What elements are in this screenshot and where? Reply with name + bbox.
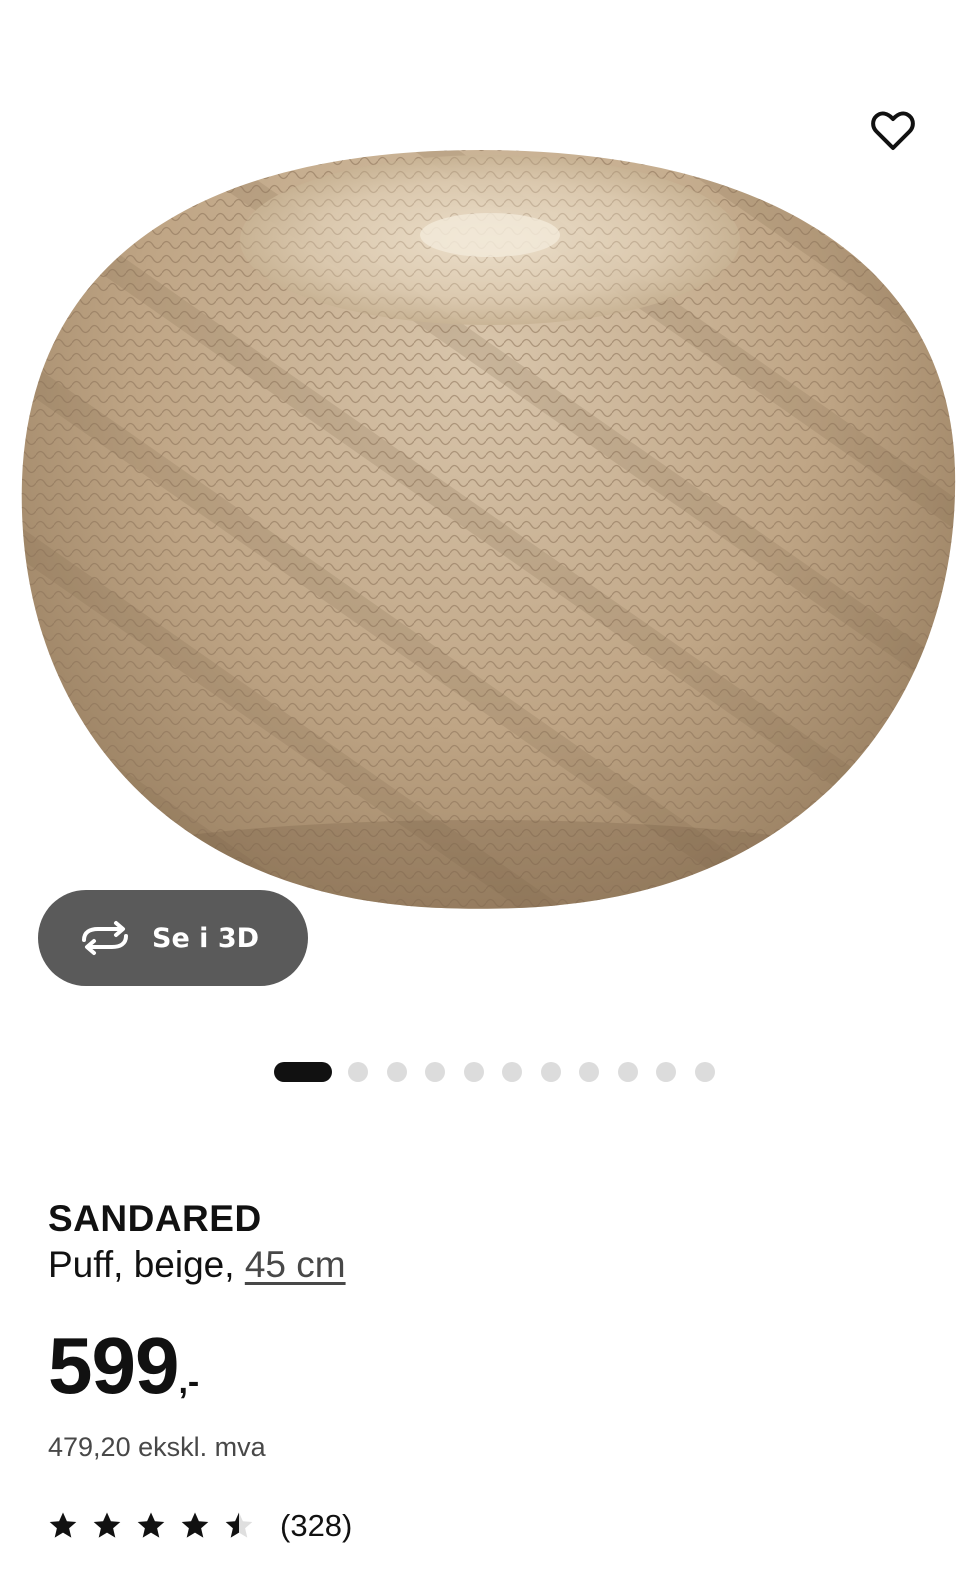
price-excl-vat: 479,20 ekskl. mva [48, 1432, 266, 1462]
carousel-dot[interactable] [348, 1062, 368, 1082]
carousel-dot[interactable] [694, 1062, 715, 1082]
star-full-icon [92, 1511, 122, 1541]
rating-summary[interactable]: (328) [48, 1508, 352, 1544]
product-name: SANDARED [48, 1198, 262, 1239]
size-link[interactable]: 45 cm [245, 1244, 346, 1285]
view-in-3d-button[interactable]: Se i 3D [38, 890, 308, 986]
heart-outline-icon [871, 111, 915, 150]
favourite-button[interactable] [862, 100, 924, 162]
carousel-dot[interactable] [617, 1062, 638, 1082]
carousel-indicator [274, 1062, 733, 1082]
product-price: 599 ,- [48, 1326, 199, 1406]
product-image[interactable] [0, 0, 960, 1030]
star-full-icon [136, 1511, 166, 1541]
carousel-dot[interactable] [386, 1062, 407, 1082]
carousel-dot[interactable] [579, 1062, 599, 1082]
star-rating [48, 1511, 254, 1541]
product-image-area[interactable]: Se i 3D [0, 0, 960, 1030]
star-full-icon [180, 1511, 210, 1541]
rotate-3d-icon [80, 920, 130, 956]
price-integer: 599 [48, 1321, 179, 1410]
star-half-icon [224, 1511, 254, 1541]
carousel-dot[interactable] [463, 1062, 484, 1082]
carousel-dot[interactable] [502, 1062, 522, 1082]
product-page: Se i 3D SANDARED Puff, beige, 45 cm 599 … [0, 0, 960, 1577]
carousel-dot[interactable] [425, 1062, 445, 1082]
review-count: (328) [280, 1508, 353, 1543]
carousel-dot[interactable] [540, 1062, 561, 1082]
view-in-3d-label: Se i 3D [152, 922, 260, 954]
product-description-text: Puff, beige, [48, 1244, 235, 1285]
price-decimal: ,- [178, 1363, 200, 1401]
carousel-dot[interactable] [656, 1062, 676, 1082]
carousel-dot-active[interactable] [274, 1062, 332, 1082]
product-description: Puff, beige, 45 cm [48, 1244, 346, 1286]
star-full-icon [48, 1511, 78, 1541]
